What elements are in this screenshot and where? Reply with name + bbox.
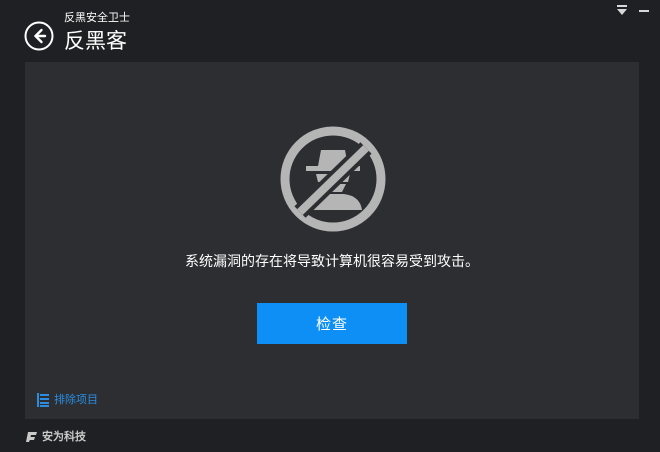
main-panel: 系统漏洞的存在将导致计算机很容易受到攻击。 检查 排除项目 — [25, 62, 639, 419]
minimize-icon — [639, 10, 649, 12]
menu-button[interactable] — [614, 2, 630, 18]
exclude-items-link[interactable]: 排除项目 — [37, 392, 98, 408]
back-button[interactable] — [24, 21, 54, 51]
brand-logo-icon — [26, 432, 37, 442]
app-window: 反黑安全卫士 反黑客 系统漏洞的存在将导致计算机很容易受到攻击。 检查 排除项目… — [0, 0, 660, 452]
title-bar: 反黑安全卫士 反黑客 — [0, 0, 660, 62]
page-title: 反黑客 — [64, 29, 127, 53]
check-button[interactable]: 检查 — [257, 303, 407, 344]
exclude-items-label: 排除项目 — [54, 393, 98, 406]
vulnerability-message: 系统漏洞的存在将导致计算机很容易受到攻击。 — [185, 254, 479, 270]
minimize-button[interactable] — [636, 2, 652, 18]
brand-name: 安为科技 — [42, 430, 86, 443]
app-name: 反黑安全卫士 — [64, 11, 130, 24]
hacker-blocked-icon — [280, 126, 386, 232]
window-controls — [614, 2, 652, 18]
dropdown-menu-icon — [617, 5, 627, 15]
footer-brand: 安为科技 — [26, 429, 86, 445]
list-icon — [37, 393, 49, 407]
back-arrow-icon — [24, 21, 54, 51]
